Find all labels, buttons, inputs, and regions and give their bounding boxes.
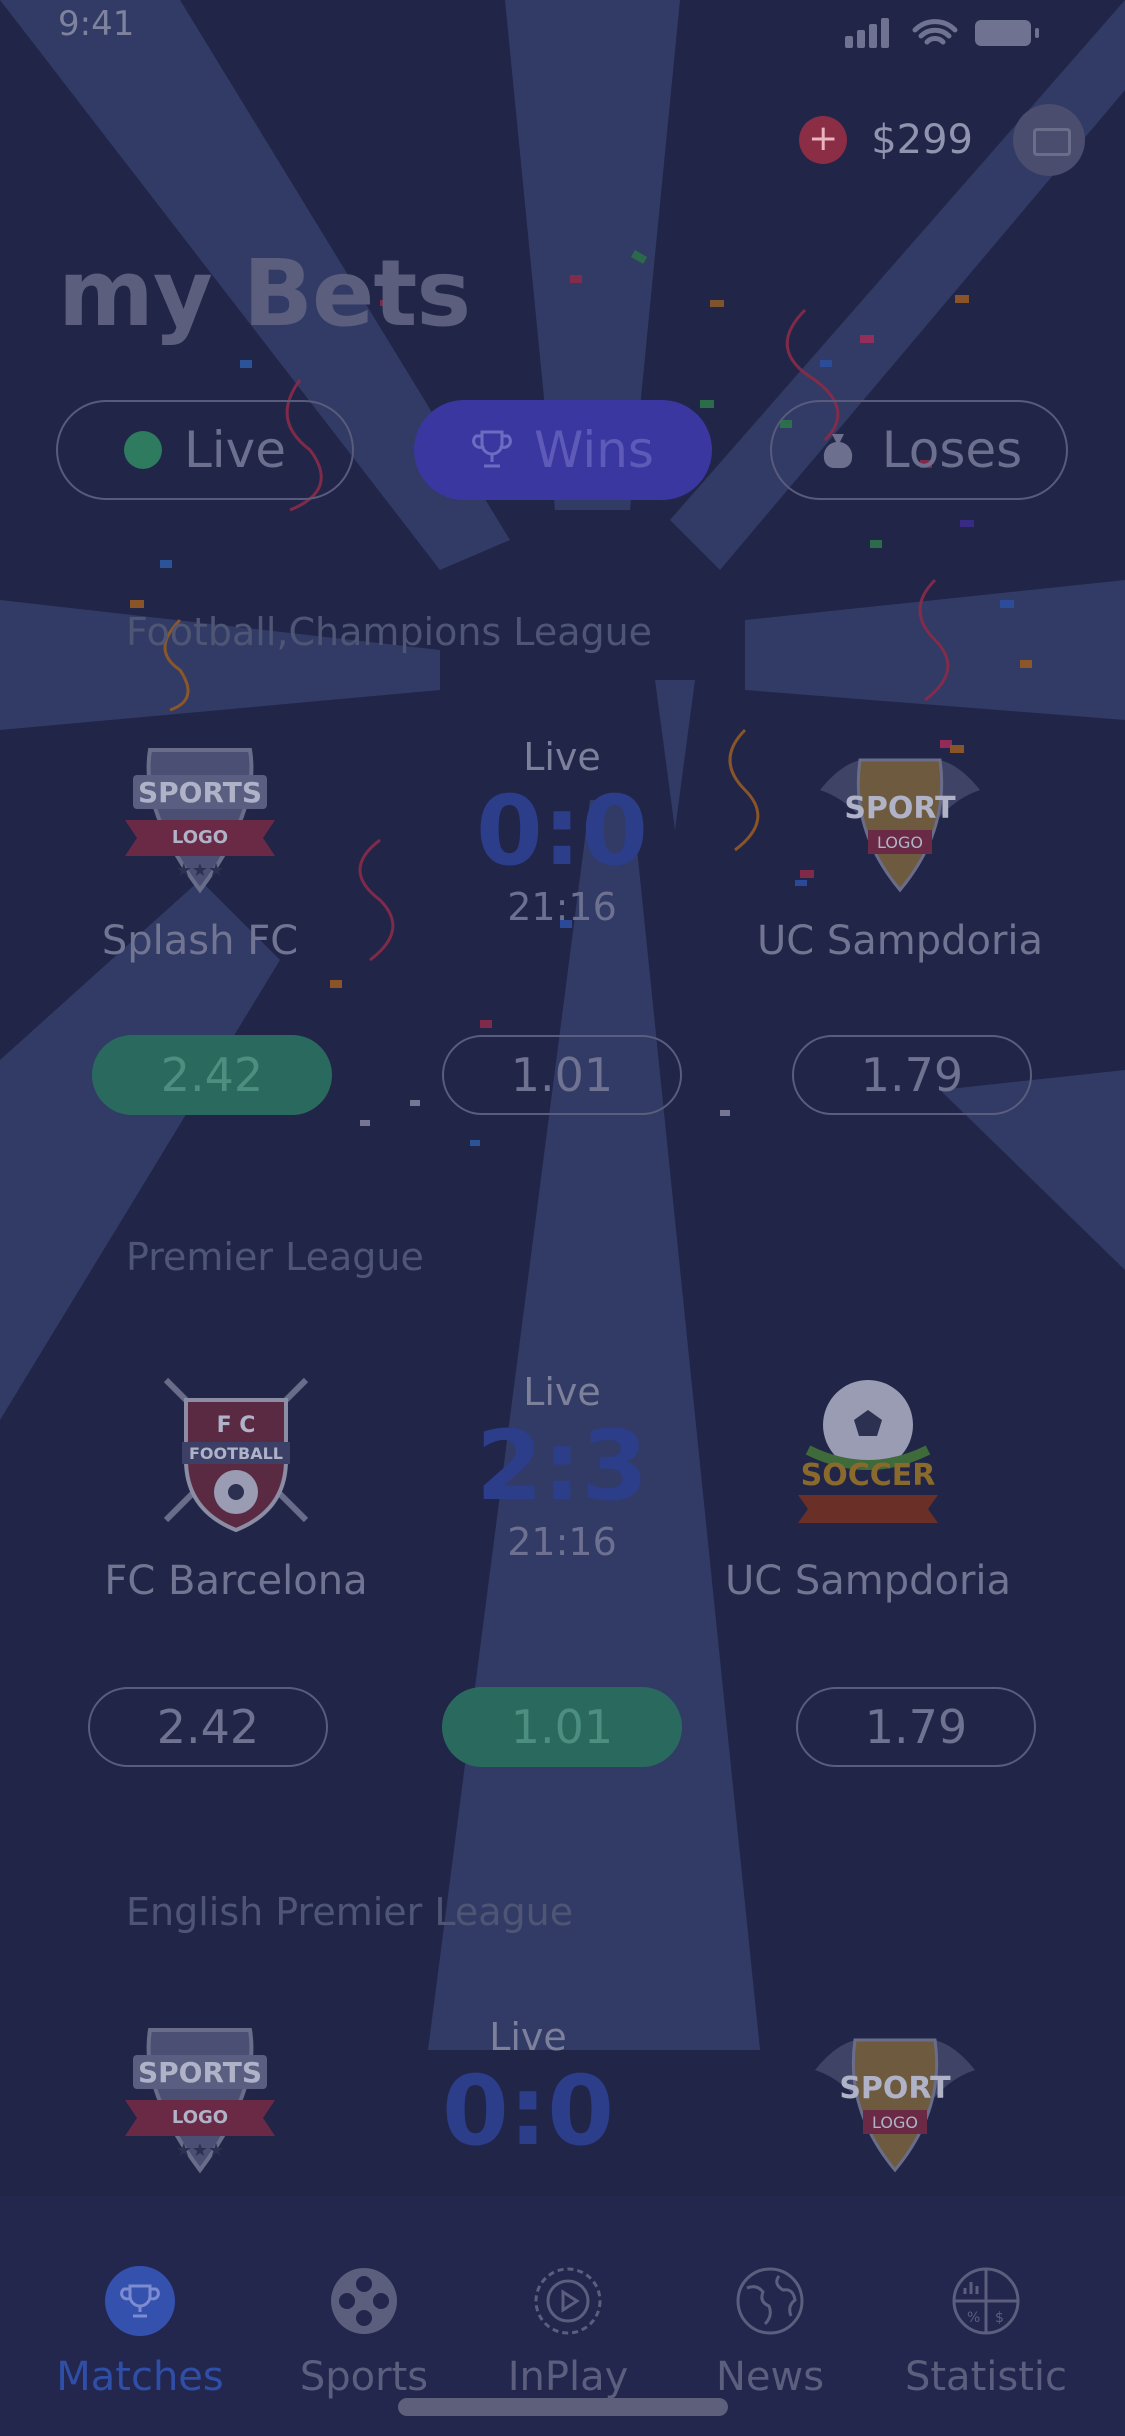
svg-text:SPORTS: SPORTS (138, 2056, 262, 2089)
tab-statistic[interactable]: % $ Statistic (886, 2196, 1086, 2400)
home-team: SPORTS LOGO ★★★ (50, 2010, 350, 2180)
tab-label: InPlay (507, 2354, 629, 2400)
trophy-icon (105, 2266, 175, 2336)
tab-label: News (715, 2354, 825, 2400)
bets-screen: 9:41 + $299 my Bets Live Wins Loses Foot… (0, 0, 1125, 2436)
bet-filters: Live Wins Loses (56, 400, 1071, 504)
match-center: Live 2:3 21:16 (412, 1370, 712, 1564)
header-bar: + $299 (799, 100, 1085, 180)
match-status: Live (523, 735, 601, 779)
league-name: Football,Champions League (126, 610, 653, 654)
odd-home-button[interactable]: 2.42 (92, 1035, 332, 1115)
svg-text:SPORT: SPORT (839, 2071, 951, 2106)
live-dot-icon (123, 431, 162, 469)
tab-label: Matches (56, 2354, 224, 2400)
match-status: Live (489, 2015, 567, 2059)
filter-label: Live (183, 421, 287, 479)
svg-text:SPORT: SPORT (844, 791, 956, 826)
filter-label: Wins (534, 421, 654, 479)
league-name: English Premier League (126, 1890, 574, 1934)
home-team: F C FOOTBALL FC Barcelona (86, 1370, 386, 1604)
svg-text:LOGO: LOGO (877, 833, 923, 852)
team-name: UC Sampdoria (756, 918, 1044, 964)
play-icon (533, 2266, 603, 2336)
svg-text:★★★: ★★★ (176, 2140, 224, 2161)
svg-text:F C: F C (217, 1413, 256, 1438)
status-icons (845, 18, 1039, 48)
odd-away-button[interactable]: 1.79 (792, 1035, 1032, 1115)
sports-logo-badge: SPORTS LOGO ★★★ (125, 2028, 275, 2174)
sport-logo-wings: SPORT LOGO (815, 2038, 975, 2173)
odd-draw-button[interactable]: 1.01 (442, 1687, 682, 1767)
plus-icon: + (808, 118, 839, 159)
match-status: Live (523, 1370, 601, 1414)
team-name: FC Barcelona (104, 1558, 368, 1604)
sports-logo-badge: SPORTS LOGO ★★★ (125, 748, 275, 894)
status-time: 9:41 (58, 4, 135, 44)
trophy-icon (472, 430, 512, 468)
svg-text:$: $ (995, 2310, 1004, 2326)
sport-logo-wings: SPORT LOGO (820, 758, 980, 893)
tab-label: Statistic (904, 2354, 1067, 2400)
balance-label: $299 (871, 117, 973, 163)
fc-football-shield: F C FOOTBALL (163, 1377, 309, 1533)
odd-draw-button[interactable]: 1.01 (442, 1035, 682, 1115)
svg-text:★★★: ★★★ (176, 860, 224, 881)
money-bag-icon (823, 434, 852, 468)
film-reel-icon (329, 2266, 399, 2336)
filter-loses-button[interactable]: Loses (770, 400, 1068, 500)
filter-wins-button[interactable]: Wins (414, 400, 712, 500)
tab-news[interactable]: News (670, 2196, 870, 2400)
team-name: UC Sampdoria (724, 1558, 1012, 1604)
away-team: SPORT LOGO (745, 2010, 1045, 2180)
home-indicator[interactable] (398, 2398, 728, 2416)
team-name: Splash FC (101, 918, 299, 964)
svg-text:SOCCER: SOCCER (801, 1458, 936, 1493)
match-clock: 21:16 (507, 1519, 617, 1564)
svg-text:SPORTS: SPORTS (138, 776, 262, 809)
svg-text:LOGO: LOGO (172, 827, 228, 848)
tab-matches[interactable]: Matches (40, 2196, 240, 2400)
match-center: Live 0:0 (378, 2015, 678, 2165)
soccer-badge: SOCCER (798, 1380, 938, 1523)
odd-home-button[interactable]: 2.42 (88, 1687, 328, 1767)
match-clock: 21:16 (507, 884, 617, 929)
confetti (130, 250, 1032, 1146)
away-team: SPORT LOGO UC Sampdoria (750, 730, 1050, 964)
svg-text:FOOTBALL: FOOTBALL (189, 1444, 283, 1463)
match-score: 0:0 (442, 2055, 614, 2167)
filter-live-button[interactable]: Live (56, 400, 354, 500)
match-score: 0:0 (476, 775, 648, 887)
globe-icon (735, 2266, 805, 2336)
away-team: SOCCER UC Sampdoria (718, 1370, 1018, 1604)
odd-away-button[interactable]: 1.79 (796, 1687, 1036, 1767)
tab-sports[interactable]: Sports (264, 2196, 464, 2400)
add-funds-button[interactable]: + (799, 116, 848, 164)
status-bar: 9:41 (0, 0, 1125, 80)
page-title: my Bets (58, 240, 471, 347)
filter-label: Loses (881, 421, 1023, 479)
match-center: Live 0:0 21:16 (412, 735, 712, 929)
tab-inplay[interactable]: InPlay (468, 2196, 668, 2400)
svg-text:%: % (967, 2310, 980, 2326)
chart-icon: % $ (951, 2266, 1021, 2336)
home-team: SPORTS LOGO ★★★ Splash FC (50, 730, 350, 964)
league-name: Premier League (126, 1235, 424, 1279)
match-score: 2:3 (476, 1410, 648, 1522)
tab-label: Sports (299, 2354, 429, 2400)
svg-text:LOGO: LOGO (872, 2113, 918, 2132)
svg-text:LOGO: LOGO (172, 2107, 228, 2128)
avatar[interactable] (1013, 104, 1085, 176)
